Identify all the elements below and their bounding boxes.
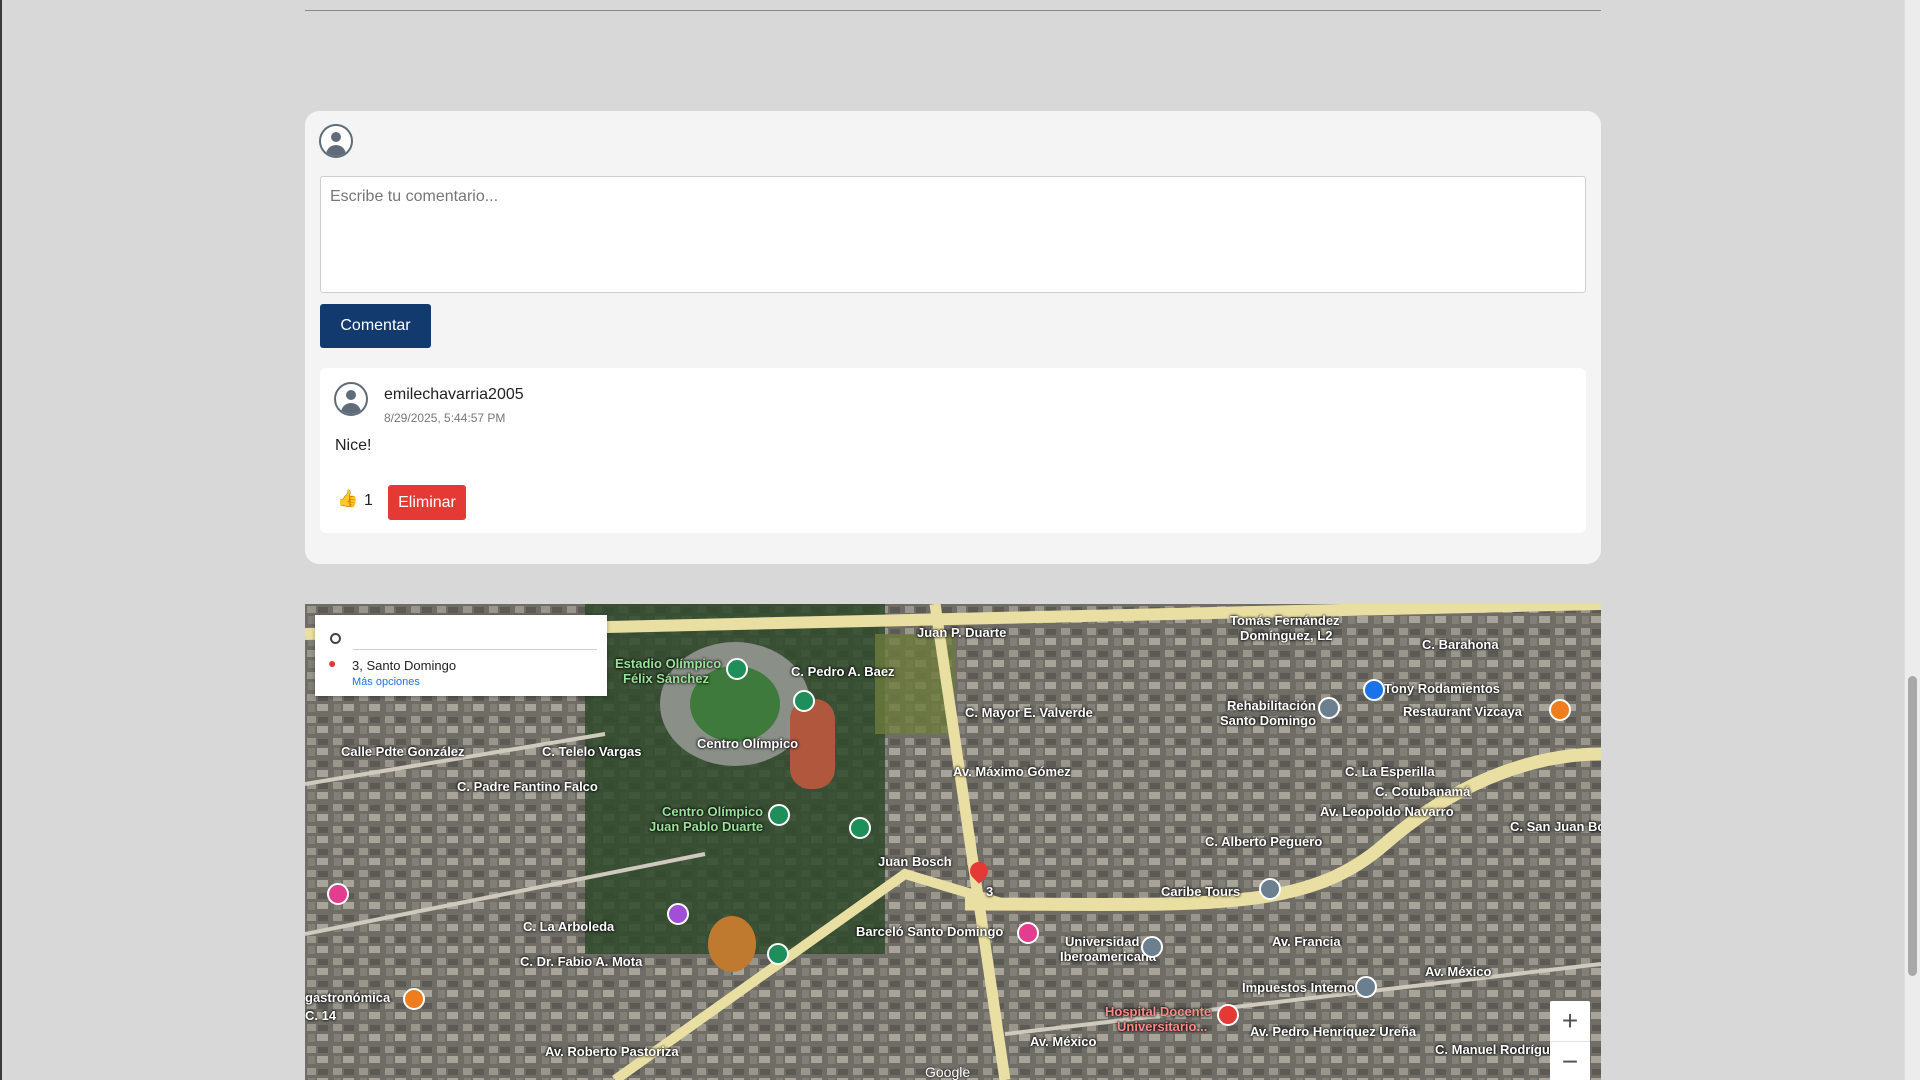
- map-label: Av. Roberto Pastoriza: [545, 1044, 679, 1059]
- google-logo: Google: [925, 1064, 971, 1080]
- map-label: Centro Olímpico: [662, 804, 764, 819]
- map-label: C. Telelo Vargas: [542, 744, 642, 759]
- map-label: Caribe Tours: [1161, 884, 1241, 899]
- hotel-marker-icon[interactable]: [327, 883, 349, 905]
- map-label: Rehabilitación: [1227, 698, 1316, 713]
- location-pin-icon: ●: [328, 655, 337, 671]
- park-marker-icon[interactable]: [849, 817, 871, 839]
- thumbs-up-icon[interactable]: 👍: [337, 489, 358, 509]
- comment-date: 8/29/2025, 5:44:57 PM: [384, 411, 506, 425]
- avatar-icon: [334, 382, 368, 416]
- map-label: C. Barahona: [1422, 637, 1499, 652]
- window-edge: [0, 0, 2, 1080]
- map-label: Tony Rodamientos: [1384, 681, 1501, 696]
- zoom-in-button[interactable]: +: [1550, 1001, 1590, 1042]
- map-label: Tomás Fernández: [1230, 613, 1340, 628]
- school-marker-icon[interactable]: [1141, 936, 1163, 958]
- place-marker-icon[interactable]: [1318, 697, 1340, 719]
- comments-card: Comentar emilechavarria2005 8/29/2025, 5…: [305, 111, 1601, 564]
- map-label: 3: [986, 884, 994, 899]
- stadium-marker-icon[interactable]: [726, 658, 748, 680]
- zoom-out-button[interactable]: −: [1550, 1042, 1590, 1080]
- restaurant-marker-icon[interactable]: [1549, 699, 1571, 721]
- map-label: Av. Leopoldo Navarro: [1320, 804, 1454, 819]
- map-label: Barceló Santo Domingo: [856, 924, 1004, 939]
- government-marker-icon[interactable]: [1355, 976, 1377, 998]
- shopping-marker-icon[interactable]: [1363, 679, 1385, 701]
- map-label: Restaurant Vizcaya: [1403, 704, 1522, 719]
- map-label: C. Padre Fantino Falco: [457, 779, 598, 794]
- comment-item: emilechavarria2005 8/29/2025, 5:44:57 PM…: [320, 368, 1586, 533]
- like-count: 1: [364, 492, 373, 509]
- map-label: Centro Olímpico: [697, 736, 799, 751]
- comment-text: Nice!: [335, 437, 372, 454]
- map-label: C. 14: [305, 1008, 337, 1023]
- map-label: Universidad: [1065, 934, 1140, 949]
- music-marker-icon[interactable]: [667, 903, 689, 925]
- map-label: C. Dr. Fabio A. Mota: [520, 954, 643, 969]
- scrollbar-thumb[interactable]: [1908, 676, 1917, 976]
- map-label: Juan Pablo Duarte: [649, 819, 764, 834]
- map-label: C. San Juan Bos: [1510, 819, 1601, 834]
- map-label: Estadio Olímpico: [615, 656, 722, 671]
- map-label: C. Manuel Rodríguez: [1435, 1042, 1564, 1057]
- divider: [353, 649, 597, 650]
- park-marker-icon[interactable]: [767, 943, 789, 965]
- map-label: Juan Bosch: [878, 854, 952, 869]
- map-label: Universitario...: [1117, 1019, 1208, 1034]
- park-marker-icon[interactable]: [768, 804, 790, 826]
- directions-card[interactable]: ● 3, Santo Domingo Más opciones: [315, 615, 607, 696]
- hotel-marker-icon[interactable]: [1017, 922, 1039, 944]
- map-label: C. Pedro A. Baez: [791, 664, 895, 679]
- hospital-marker-icon[interactable]: [1217, 1004, 1239, 1026]
- map-label: Av. México: [1030, 1034, 1097, 1049]
- map-label: Santo Domingo: [1220, 713, 1317, 728]
- submit-comment-button[interactable]: Comentar: [320, 304, 431, 348]
- bus-marker-icon[interactable]: [1259, 878, 1281, 900]
- park-marker-icon[interactable]: [793, 690, 815, 712]
- restaurant-marker-icon[interactable]: [403, 988, 425, 1010]
- map-label: C. La Arboleda: [523, 919, 615, 934]
- destination-text: 3, Santo Domingo: [352, 658, 457, 673]
- map-label: Hospital Docente: [1105, 1004, 1212, 1019]
- avatar-icon: [319, 124, 353, 158]
- map-label: Av. Francia: [1272, 934, 1341, 949]
- map-label: C. Mayor E. Valverde: [965, 705, 1093, 720]
- map-view[interactable]: Estadio Olímpico Félix Sánchez C. Pedro …: [305, 604, 1601, 1080]
- map-label: Domínguez, L2: [1240, 628, 1333, 643]
- more-options-link[interactable]: Más opciones: [352, 676, 420, 688]
- comment-author: emilechavarria2005: [384, 386, 524, 403]
- map-label: Av. Máximo Gómez: [953, 764, 1071, 779]
- comment-input[interactable]: [320, 176, 1586, 293]
- page-scrollbar[interactable]: [1904, 0, 1920, 1080]
- map-label: Félix Sánchez: [623, 671, 709, 686]
- map-label: C. La Esperilla: [1345, 764, 1435, 779]
- divider: [305, 10, 1601, 11]
- map-label: Av. México: [1425, 964, 1492, 979]
- delete-comment-button[interactable]: Eliminar: [388, 485, 466, 520]
- map-label: Impuestos Internos: [1242, 980, 1362, 995]
- map-label: Av. Pedro Henríquez Ureña: [1250, 1024, 1417, 1039]
- map-label: Juan P. Duarte: [917, 625, 1007, 640]
- map-label: gastronómica: [305, 990, 391, 1005]
- map-label: Calle Pdte González: [341, 744, 465, 759]
- map-label: C. Cotubanamá: [1375, 784, 1471, 799]
- origin-icon: [330, 633, 341, 644]
- map-label: C. Alberto Peguero: [1205, 834, 1323, 849]
